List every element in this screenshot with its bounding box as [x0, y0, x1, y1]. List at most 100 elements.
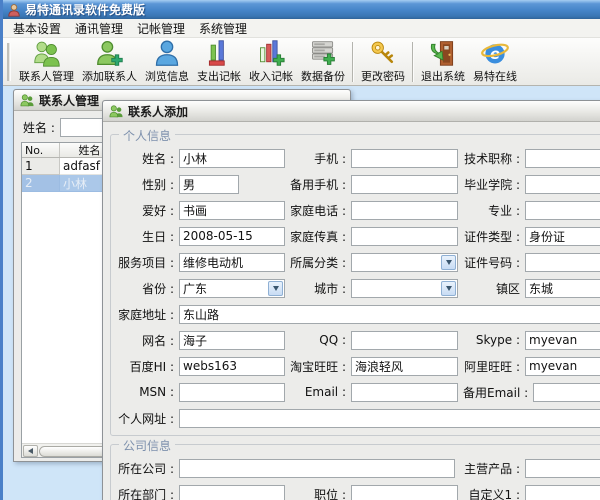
- toolbar-button-income-record[interactable]: 收入记帐: [246, 38, 296, 85]
- field-category: 所属分类 :: [285, 249, 458, 275]
- city-dropdown-button[interactable]: [441, 281, 456, 296]
- backup-mobile-input[interactable]: [351, 175, 458, 194]
- toolbar-button-yite-online[interactable]: e易特在线: [470, 38, 520, 85]
- menu-item-basic-settings[interactable]: 基本设置: [6, 18, 68, 39]
- skype-input[interactable]: myevan: [525, 331, 600, 350]
- personal-info-rows: 姓名 :小林手机 :技术职称 :性别 :男备用手机 :毕业学院 :爱好 :书画家…: [111, 145, 600, 431]
- field-home-address: 家庭地址 :东山路: [115, 301, 600, 327]
- keys-icon: [369, 39, 397, 67]
- personal-website-input[interactable]: [179, 409, 600, 428]
- id-type-input[interactable]: 身份证: [525, 227, 600, 246]
- category-dropdown-button[interactable]: [441, 255, 456, 270]
- net-name-label: 网名 :: [115, 332, 179, 349]
- field-home-phone: 家庭电话 :: [285, 197, 458, 223]
- id-type-value: 身份证: [529, 228, 565, 245]
- field-district: 镇区东城: [463, 275, 600, 301]
- category-input[interactable]: [351, 253, 458, 272]
- menu-item-contact-manage[interactable]: 通讯管理: [68, 18, 130, 39]
- company-info-group: 公司信息 所在公司 :主营产品 :所在部门 :职位 :自定义1 :: [110, 444, 600, 500]
- name-value: 小林: [183, 150, 207, 167]
- contact-add-titlebar[interactable]: 联系人添加: [103, 101, 600, 122]
- contacts-icon: [33, 39, 61, 67]
- form-row: 所在部门 :职位 :自定义1 :: [111, 481, 600, 500]
- main-products-input[interactable]: [525, 459, 600, 478]
- title-bar[interactable]: 易特通讯录软件免费版: [3, 0, 600, 19]
- toolbar-button-browse-info[interactable]: 浏览信息: [142, 38, 192, 85]
- name-input[interactable]: 小林: [179, 149, 285, 168]
- college-input[interactable]: [525, 175, 600, 194]
- menu-item-system-manage[interactable]: 系统管理: [192, 18, 254, 39]
- form-row: 个人网址 :: [111, 405, 600, 431]
- toolbar-button-change-password[interactable]: 更改密码: [358, 38, 408, 85]
- home-phone-input[interactable]: [351, 201, 458, 220]
- taobao-wangwang-input[interactable]: 海浪轻风: [351, 357, 458, 376]
- birthday-input[interactable]: 2008-05-15: [179, 227, 285, 246]
- major-input[interactable]: [525, 201, 600, 220]
- net-name-input[interactable]: 海子: [179, 331, 285, 350]
- field-tech-title: 技术职称 :: [463, 145, 600, 171]
- msn-input[interactable]: [179, 383, 285, 402]
- province-label: 省份 :: [115, 280, 179, 297]
- province-input[interactable]: 广东: [179, 279, 285, 298]
- baidu-hi-label: 百度HI :: [115, 358, 179, 375]
- major-label: 专业 :: [463, 202, 525, 219]
- home-address-input[interactable]: 东山路: [179, 305, 600, 324]
- qq-label: QQ :: [285, 333, 351, 347]
- toolbar-label-expense-record: 支出记帐: [197, 68, 241, 84]
- database-backup-icon: [309, 39, 337, 67]
- hobby-label: 爱好 :: [115, 202, 179, 219]
- menu-item-account-manage[interactable]: 记帐管理: [130, 18, 192, 39]
- category-label: 所属分类 :: [285, 254, 351, 271]
- company-input[interactable]: [179, 459, 455, 478]
- toolbar-button-add-contact[interactable]: 添加联系人: [79, 38, 140, 85]
- skype-value: myevan: [529, 333, 577, 347]
- field-personal-website: 个人网址 :: [115, 405, 600, 431]
- add-contact-icon: [96, 39, 124, 67]
- toolbar-label-change-password: 更改密码: [361, 68, 405, 84]
- form-row: 所在公司 :主营产品 :: [111, 455, 600, 481]
- form-row: 家庭地址 :东山路: [111, 301, 600, 327]
- baidu-hi-input[interactable]: webs163: [179, 357, 285, 376]
- toolbar: 联系人管理添加联系人浏览信息支出记帐收入记帐数据备份更改密码退出系统e易特在线: [3, 38, 600, 86]
- field-msn: MSN :: [115, 379, 285, 405]
- backup-mobile-label: 备用手机 :: [285, 176, 351, 193]
- gender-input[interactable]: 男: [179, 175, 239, 194]
- toolbar-button-expense-record[interactable]: 支出记帐: [194, 38, 244, 85]
- field-department: 所在部门 :: [115, 481, 285, 500]
- toolbar-button-contact-manager[interactable]: 联系人管理: [16, 38, 77, 85]
- tech-title-input[interactable]: [525, 149, 600, 168]
- province-dropdown-button[interactable]: [268, 281, 283, 296]
- toolbar-label-contact-manager: 联系人管理: [19, 68, 74, 84]
- district-input[interactable]: 东城: [525, 279, 600, 298]
- scroll-left-arrow-icon[interactable]: [23, 445, 38, 457]
- row-number-cell: 2: [22, 175, 60, 192]
- net-name-value: 海子: [183, 332, 207, 349]
- hobby-input[interactable]: 书画: [179, 201, 285, 220]
- search-name-label: 姓名 :: [23, 119, 55, 136]
- company-info-rows: 所在公司 :主营产品 :所在部门 :职位 :自定义1 :: [111, 455, 600, 500]
- backup-email-input[interactable]: [533, 383, 600, 402]
- field-birthday: 生日 :2008-05-15: [115, 223, 285, 249]
- position-input[interactable]: [351, 485, 458, 500]
- email-label: Email :: [285, 385, 351, 399]
- taobao-wangwang-value: 海浪轻风: [355, 358, 403, 375]
- city-input[interactable]: [351, 279, 458, 298]
- service-items-input[interactable]: 维修电动机: [179, 253, 285, 272]
- email-input[interactable]: [351, 383, 458, 402]
- custom1-input[interactable]: [525, 485, 600, 500]
- mobile-input[interactable]: [351, 149, 458, 168]
- ali-wangwang-input[interactable]: myevan: [525, 357, 600, 376]
- home-fax-input[interactable]: [351, 227, 458, 246]
- column-header-no[interactable]: No.: [22, 143, 60, 157]
- toolbar-button-data-backup[interactable]: 数据备份: [298, 38, 348, 85]
- id-number-label: 证件号码 :: [463, 254, 525, 271]
- id-number-input[interactable]: [525, 253, 600, 272]
- department-input[interactable]: [179, 485, 285, 500]
- toolbar-separator: [412, 42, 414, 82]
- district-label: 镇区: [463, 280, 525, 297]
- toolbar-grip[interactable]: [7, 43, 11, 81]
- form-row: MSN :Email :备用Email :: [111, 379, 600, 405]
- qq-input[interactable]: [351, 331, 458, 350]
- personal-info-title: 个人信息: [119, 127, 175, 144]
- toolbar-button-exit-system[interactable]: 退出系统: [418, 38, 468, 85]
